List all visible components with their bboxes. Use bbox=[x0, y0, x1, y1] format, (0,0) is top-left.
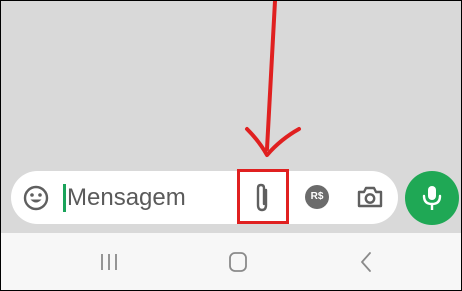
attach-highlight-box bbox=[237, 169, 289, 224]
recents-icon[interactable] bbox=[99, 252, 119, 272]
message-input[interactable]: Mensagem bbox=[67, 182, 227, 214]
payment-button[interactable]: R$ bbox=[305, 185, 329, 209]
camera-icon[interactable] bbox=[356, 185, 384, 209]
app-frame: Mensagem R$ bbox=[0, 0, 462, 291]
home-icon[interactable] bbox=[228, 251, 248, 273]
microphone-icon bbox=[422, 186, 442, 210]
back-icon[interactable] bbox=[358, 251, 374, 273]
emoji-icon[interactable] bbox=[23, 185, 49, 211]
text-caret bbox=[63, 184, 66, 212]
arrow-annotation bbox=[245, 1, 301, 157]
microphone-button[interactable] bbox=[405, 171, 459, 225]
